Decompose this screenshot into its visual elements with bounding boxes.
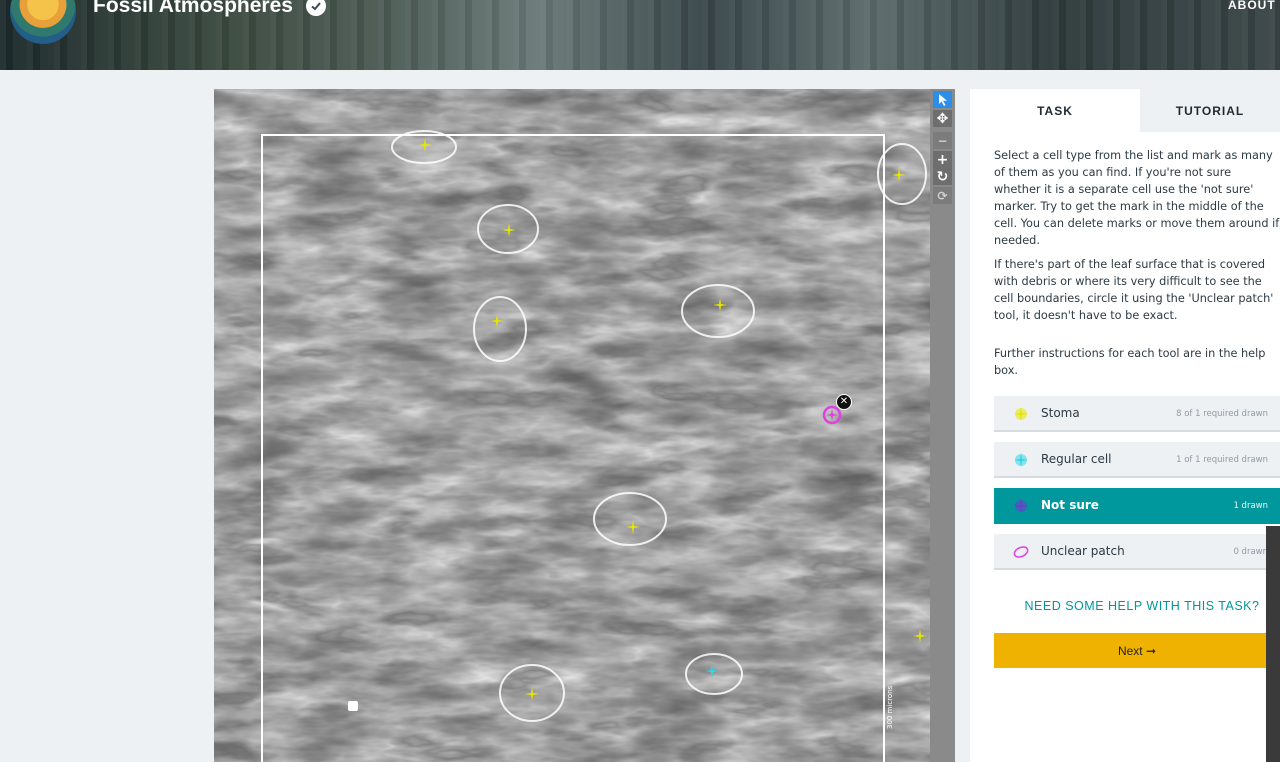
instruction-paragraph: If there's part of the leaf surface that… — [994, 258, 1274, 322]
tool-count: 0 drawn — [1233, 547, 1268, 557]
help-link[interactable]: NEED SOME HELP WITH THIS TASK? — [994, 599, 1280, 613]
zoom-out-icon[interactable]: − — [933, 132, 952, 149]
crop-frame — [261, 134, 885, 762]
image-toolbar: ✥ − + ↻ ⟳ — [930, 89, 955, 762]
tool-option-regular-cell[interactable]: Regular cell 1 of 1 required drawn — [994, 442, 1280, 478]
stoma-mark[interactable] — [525, 687, 539, 701]
instruction-paragraph: Select a cell type from the list and mar… — [994, 149, 1280, 247]
tool-label: Regular cell — [1041, 452, 1112, 466]
tool-count: 1 of 1 required drawn — [1176, 455, 1268, 465]
stoma-mark[interactable] — [626, 520, 640, 534]
next-button[interactable]: Next ➞ — [994, 633, 1280, 668]
debris-spot — [348, 701, 358, 711]
rotate-icon[interactable]: ↻ — [933, 168, 952, 185]
tool-option-stoma[interactable]: Stoma 8 of 1 required drawn — [994, 396, 1280, 432]
task-panel: TASK TUTORIAL Select a cell type from th… — [970, 89, 1280, 762]
scrollbar[interactable] — [1266, 526, 1280, 762]
scale-bar-label: 300 microns — [886, 685, 894, 729]
nav-about-link[interactable]: ABOUT — [1228, 0, 1276, 12]
project-header: Fossil Atmospheres ABOUT — [0, 0, 1280, 70]
tool-count: 1 drawn — [1233, 501, 1268, 511]
ellipse-icon — [1013, 546, 1029, 558]
project-logo[interactable] — [10, 0, 76, 44]
tool-option-unclear-patch[interactable]: Unclear patch 0 drawn — [994, 534, 1280, 570]
stoma-mark[interactable] — [418, 138, 432, 152]
tool-label: Not sure — [1041, 498, 1099, 512]
tool-label: Unclear patch — [1041, 544, 1125, 558]
stoma-mark[interactable] — [502, 223, 516, 237]
tab-tutorial[interactable]: TUTORIAL — [1140, 89, 1280, 132]
tool-option-not-sure[interactable]: Not sure 1 drawn — [994, 488, 1280, 524]
project-title[interactable]: Fossil Atmospheres — [93, 0, 293, 18]
stoma-mark[interactable] — [713, 298, 727, 312]
pointer-tool-icon[interactable] — [933, 91, 952, 108]
instruction-paragraph: Further instructions for each tool are i… — [994, 347, 1266, 377]
regular-cell-marker-icon — [1014, 453, 1028, 467]
reset-view-icon[interactable]: ⟳ — [933, 187, 952, 204]
stoma-marker-icon — [1014, 407, 1028, 421]
subject-image[interactable]: 300 microns ✕ — [214, 89, 930, 762]
tool-label: Stoma — [1041, 406, 1080, 420]
move-tool-icon[interactable]: ✥ — [933, 110, 952, 127]
delete-mark-button[interactable]: ✕ — [836, 394, 852, 410]
stoma-mark[interactable] — [913, 629, 927, 643]
not-sure-marker-icon — [1014, 499, 1028, 513]
zoom-in-icon[interactable]: + — [933, 151, 952, 168]
tab-task[interactable]: TASK — [970, 89, 1140, 132]
regular-cell-mark[interactable] — [705, 664, 719, 678]
stoma-mark[interactable] — [490, 314, 504, 328]
tool-count: 8 of 1 required drawn — [1176, 409, 1268, 419]
stoma-mark[interactable] — [892, 168, 906, 182]
verified-badge-icon — [306, 0, 326, 16]
